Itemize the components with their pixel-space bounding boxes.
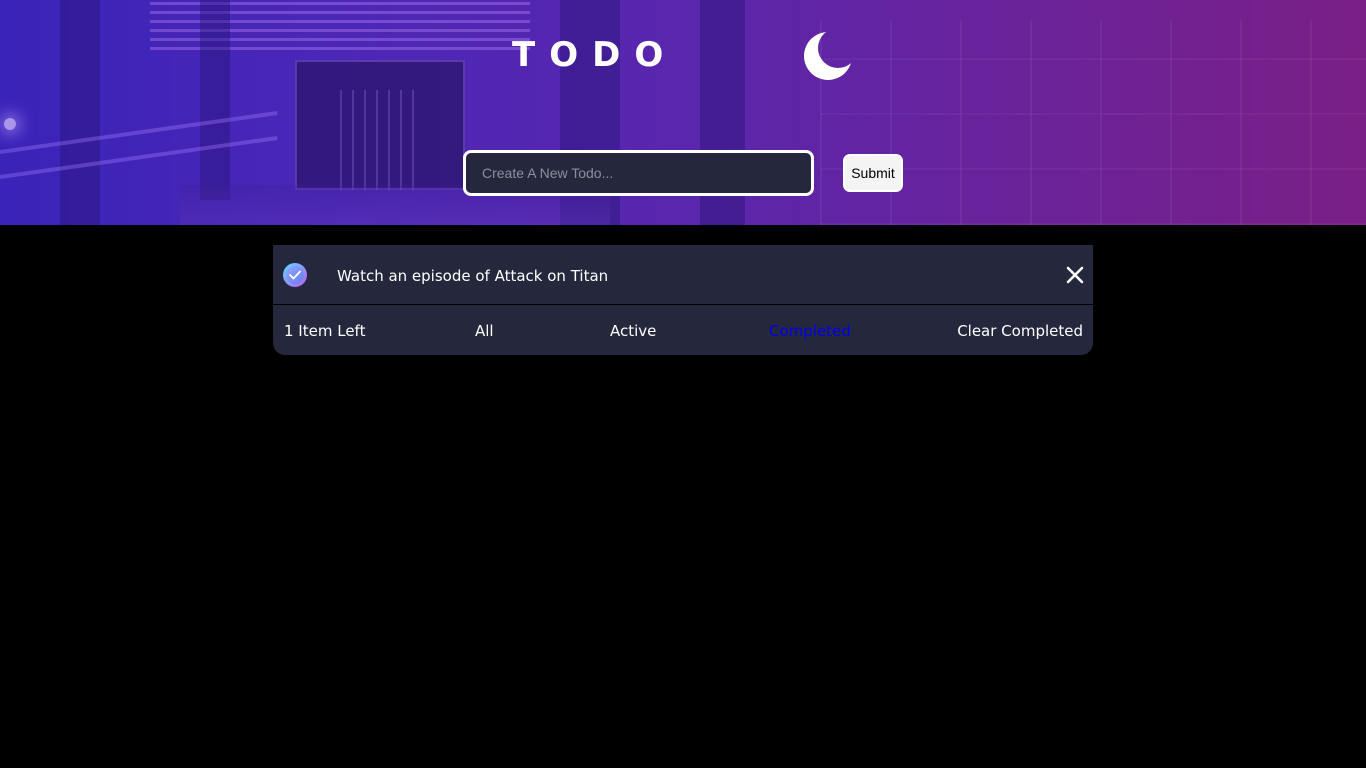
background-doorway-grid bbox=[340, 90, 420, 190]
filter-completed-button[interactable]: Completed bbox=[769, 321, 851, 341]
background-rail bbox=[0, 111, 278, 154]
app-title: TODO bbox=[512, 35, 678, 75]
todo-list-card: Watch an episode of Attack on Titan 1 It… bbox=[273, 245, 1093, 355]
background-pillar bbox=[60, 0, 100, 225]
header-banner: TODO Submit bbox=[0, 0, 1366, 225]
items-left-count: 1 Item Left bbox=[284, 322, 366, 340]
clear-completed-button[interactable]: Clear Completed bbox=[957, 321, 1083, 341]
new-todo-input[interactable] bbox=[463, 150, 814, 196]
background-wall bbox=[820, 20, 1366, 225]
submit-button[interactable]: Submit bbox=[843, 154, 903, 192]
filter-active-button[interactable]: Active bbox=[610, 321, 656, 341]
check-circle-icon[interactable] bbox=[283, 263, 307, 287]
filter-all-button[interactable]: All bbox=[475, 321, 494, 341]
close-icon[interactable] bbox=[1065, 265, 1085, 285]
todo-item: Watch an episode of Attack on Titan bbox=[273, 245, 1093, 305]
background-rail bbox=[0, 136, 278, 179]
background-light bbox=[4, 118, 16, 130]
background-pillar bbox=[200, 0, 230, 200]
todo-item-text: Watch an episode of Attack on Titan bbox=[337, 267, 609, 285]
moon-icon[interactable] bbox=[802, 30, 854, 82]
todo-footer: 1 Item Left All Active Completed Clear C… bbox=[273, 305, 1093, 355]
